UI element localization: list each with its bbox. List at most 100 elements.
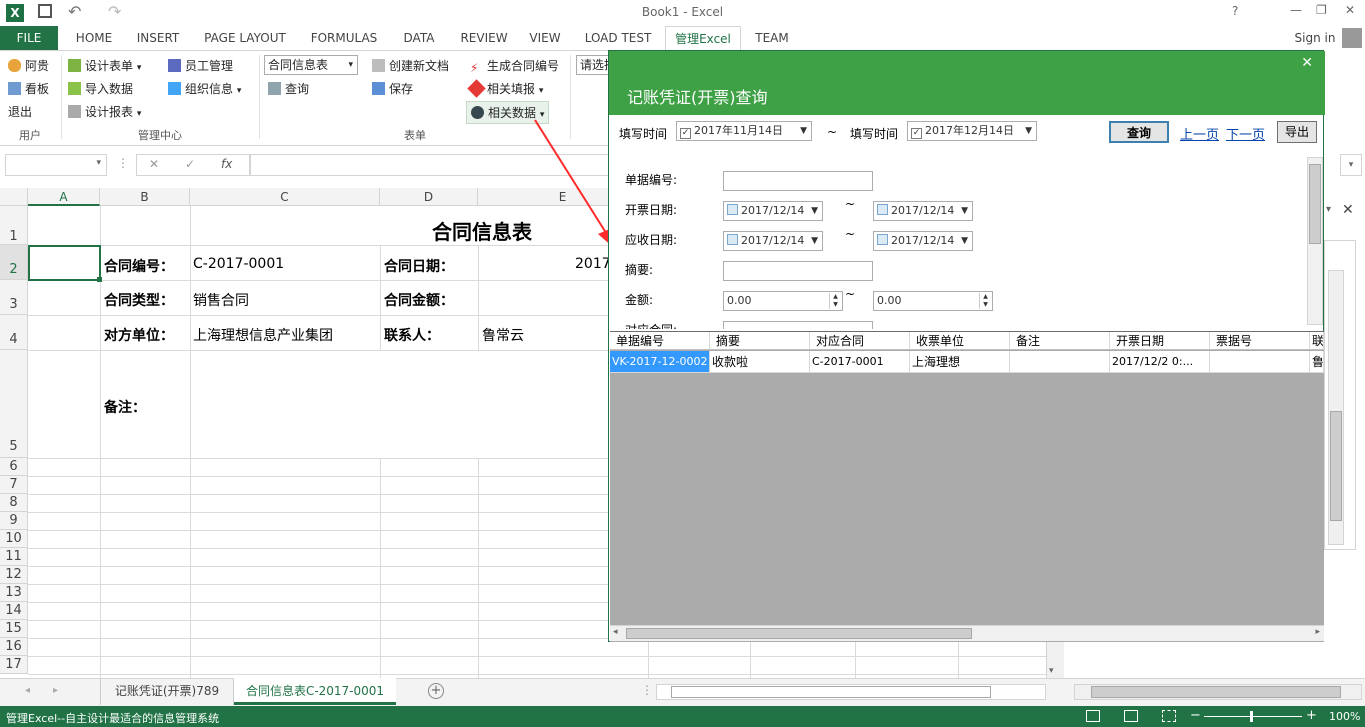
contract-type-value[interactable]: 销售合同 — [193, 290, 249, 310]
org-button[interactable]: 组织信息 ▾ — [168, 80, 241, 97]
checkbox-icon[interactable] — [877, 234, 888, 245]
column-header[interactable]: B — [100, 188, 190, 206]
contract-cut-input[interactable] — [723, 321, 873, 329]
tab-page-layout[interactable]: PAGE LAYOUT — [198, 26, 292, 50]
grid-header[interactable]: 备注 — [1010, 332, 1110, 350]
name-box[interactable]: ▾ — [5, 154, 107, 176]
design-form-button[interactable]: 设计表单 ▾ — [68, 57, 141, 74]
save-form-button[interactable]: 保存 — [372, 80, 413, 97]
row-header[interactable]: 5 — [0, 350, 28, 458]
new-doc-button[interactable]: 创建新文档 — [372, 57, 449, 74]
amount-from-input[interactable]: 0.00 ▲ ▼ — [723, 291, 843, 311]
column-header[interactable]: C — [190, 188, 380, 206]
grid-header[interactable]: 开票日期 — [1110, 332, 1210, 350]
row-header[interactable]: 3 — [0, 280, 28, 315]
grid-cell[interactable]: VK-2017-12-0002 — [610, 351, 710, 373]
row-header[interactable]: 8 — [0, 494, 28, 512]
import-data-button[interactable]: 导入数据 — [68, 80, 133, 97]
grid-cell[interactable]: 鲁 — [1310, 351, 1324, 373]
cancel-icon[interactable]: ✕ — [149, 157, 159, 171]
row-header[interactable]: 14 — [0, 602, 28, 620]
row-header[interactable]: 15 — [0, 620, 28, 638]
grid-cell[interactable]: 收款啦 — [710, 351, 810, 373]
tab-insert[interactable]: INSERT — [130, 26, 186, 50]
help-button[interactable]: ? — [1232, 4, 1238, 18]
next-page-link[interactable]: 下一页 — [1226, 124, 1265, 143]
side-scrollbar[interactable] — [1328, 270, 1344, 545]
tab-team[interactable]: TEAM — [748, 26, 796, 50]
prev-sheet-icon[interactable]: ◂ — [25, 685, 30, 696]
zoom-slider[interactable] — [1204, 716, 1302, 717]
row-header[interactable]: 10 — [0, 530, 28, 548]
export-button[interactable]: 导出 — [1277, 121, 1317, 143]
tab-home[interactable]: HOME — [66, 26, 122, 50]
column-header[interactable]: A — [28, 188, 100, 206]
sheet-tab-active[interactable]: 合同信息表C-2017-0001 — [234, 678, 396, 705]
page-break-icon[interactable] — [1162, 710, 1176, 722]
zoom-slider-thumb[interactable] — [1250, 711, 1253, 722]
invoice-date-to[interactable]: 2017/12/14 ▼ — [873, 201, 973, 221]
row-header[interactable]: 17 — [0, 656, 28, 674]
checkbox-icon[interactable] — [727, 204, 738, 215]
amount-to-input[interactable]: 0.00 ▲ ▼ — [873, 291, 993, 311]
grid-cell[interactable] — [1210, 351, 1310, 373]
zoom-in-icon[interactable]: + — [1306, 708, 1317, 723]
design-report-button[interactable]: 设计报表 ▾ — [68, 103, 141, 120]
grid-header[interactable]: 摘要 — [710, 332, 810, 350]
staff-button[interactable]: 员工管理 — [168, 57, 233, 74]
next-sheet-icon[interactable]: ▸ — [53, 685, 58, 696]
chevron-down-icon[interactable]: ▾ — [1326, 204, 1331, 215]
grid-cell[interactable]: 上海理想 — [910, 351, 1010, 373]
chevron-down-icon[interactable]: ▾ — [1049, 666, 1054, 676]
summary-input[interactable] — [723, 261, 873, 281]
page-layout-icon[interactable] — [1124, 710, 1138, 722]
contact-value[interactable]: 鲁常云 — [482, 325, 524, 345]
checkbox-icon[interactable] — [877, 204, 888, 215]
tab-file[interactable]: FILE — [0, 26, 58, 50]
close-icon[interactable]: ✕ — [1342, 202, 1354, 218]
row-header[interactable]: 7 — [0, 476, 28, 494]
zoom-out-icon[interactable]: − — [1190, 708, 1201, 723]
avatar[interactable] — [1342, 28, 1362, 48]
scroll-thumb[interactable] — [1330, 411, 1342, 521]
dashboard-button[interactable]: 看板 — [8, 80, 49, 97]
restore-button[interactable]: ❐ — [1316, 3, 1327, 17]
form-select[interactable]: 合同信息表 ▾ — [264, 55, 358, 75]
scroll-thumb[interactable] — [671, 686, 991, 698]
minimize-button[interactable]: — — [1290, 3, 1302, 17]
grid-cell[interactable] — [1010, 351, 1110, 373]
checkbox-icon[interactable]: ✓ — [680, 128, 691, 139]
contract-no-value[interactable]: C-2017-0001 — [193, 256, 284, 272]
invoice-date-from[interactable]: 2017/12/14 ▼ — [723, 201, 823, 221]
spinner-icon[interactable]: ▲ ▼ — [829, 293, 841, 309]
contract-date-value[interactable]: 2017 — [575, 256, 611, 272]
gen-number-button[interactable]: ⚡ 生成合同编号 — [470, 57, 559, 75]
fill-handle[interactable] — [97, 277, 102, 282]
sheet-tab[interactable]: 记账凭证(开票)789 — [100, 679, 234, 705]
zoom-level[interactable]: 100% — [1329, 710, 1360, 723]
filter-scrollbar[interactable] — [1307, 157, 1323, 325]
row-header[interactable]: 13 — [0, 584, 28, 602]
scroll-thumb[interactable] — [1309, 164, 1321, 244]
selected-cell[interactable] — [28, 245, 101, 281]
date-from-picker[interactable]: ✓ 2017年11月14日 ▼ — [676, 121, 812, 141]
chevron-right-icon[interactable]: ▸ — [1315, 627, 1320, 637]
tab-data[interactable]: DATA — [394, 26, 444, 50]
checkbox-icon[interactable]: ✓ — [911, 128, 922, 139]
fx-icon[interactable]: fx — [221, 157, 232, 171]
grid-header[interactable]: 对应合同 — [810, 332, 910, 350]
row-header[interactable]: 6 — [0, 458, 28, 476]
grid-hscrollbar[interactable]: ◂ ▸ — [610, 625, 1324, 641]
related-fill-button[interactable]: 相关填报 ▾ — [467, 79, 543, 98]
user-button[interactable]: 阿贵 — [8, 57, 49, 74]
spinner-icon[interactable]: ▲ ▼ — [979, 293, 991, 309]
receivable-date-to[interactable]: 2017/12/14 ▼ — [873, 231, 973, 251]
normal-view-icon[interactable] — [1086, 710, 1100, 722]
row-header[interactable]: 16 — [0, 638, 28, 656]
tab-manage-excel[interactable]: 管理Excel — [665, 26, 741, 50]
tab-formulas[interactable]: FORMULAS — [304, 26, 384, 50]
grid-header[interactable]: 收票单位 — [910, 332, 1010, 350]
grid-cell[interactable]: C-2017-0001 — [810, 351, 910, 373]
column-header[interactable]: D — [380, 188, 478, 206]
tab-review[interactable]: REVIEW — [454, 26, 514, 50]
